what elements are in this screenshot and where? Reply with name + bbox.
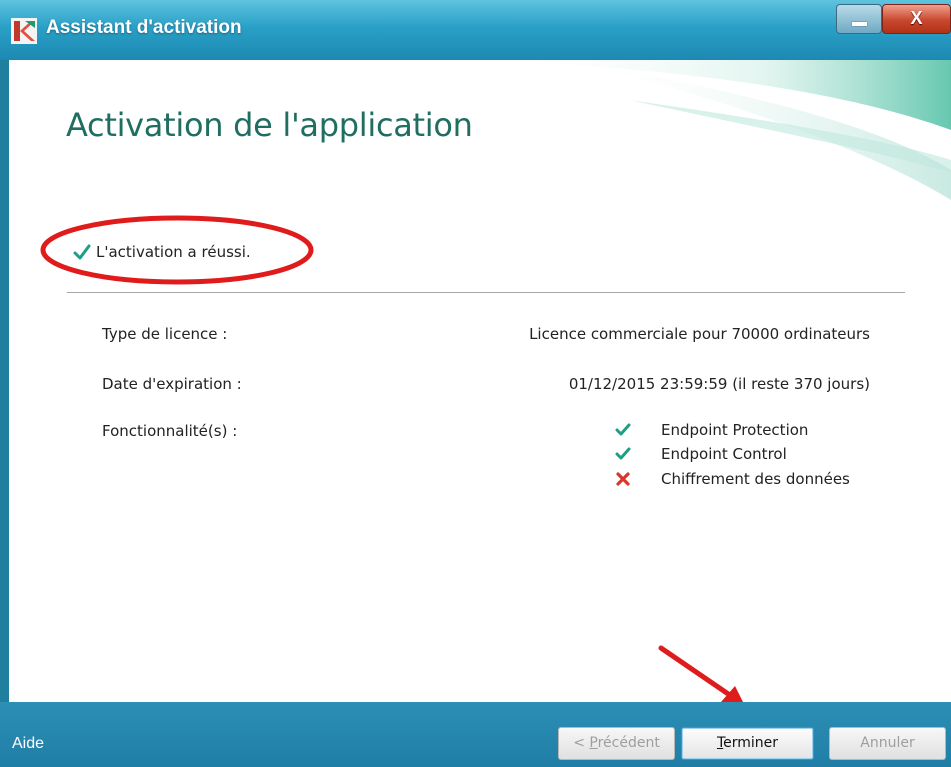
license-type-value: Licence commerciale pour 70000 ordinateu… — [529, 325, 870, 343]
finish-button[interactable]: Terminer — [681, 727, 814, 760]
previous-button-accelerator: P — [589, 735, 598, 751]
window-title: Assistant d'activation — [46, 17, 242, 38]
feature-name: Chiffrement des données — [661, 470, 850, 488]
check-icon — [615, 423, 631, 436]
minimize-icon — [852, 22, 867, 26]
title-bar[interactable]: Assistant d'activation X — [0, 0, 951, 60]
feature-name: Endpoint Control — [661, 445, 787, 463]
feature-item: Endpoint Control — [615, 443, 787, 465]
success-message: L'activation a réussi. — [96, 243, 251, 261]
help-link[interactable]: Aide — [12, 735, 44, 753]
previous-button[interactable]: < Précédent — [558, 727, 675, 760]
wizard-content: Activation de l'application L'activation… — [9, 60, 951, 702]
expiration-date-value: 01/12/2015 23:59:59 (il reste 370 jours) — [568, 375, 870, 393]
close-button[interactable]: X — [882, 4, 951, 34]
feature-item: Endpoint Protection — [615, 419, 808, 441]
divider — [67, 292, 905, 293]
minimize-button[interactable] — [836, 4, 882, 34]
expiration-date-label: Date d'expiration : — [102, 375, 242, 393]
cancel-button[interactable]: Annuler — [829, 727, 946, 760]
wizard-footer: Aide < Précédent Terminer Annuler — [0, 702, 951, 767]
check-icon — [615, 447, 631, 460]
page-title: Activation de l'application — [66, 106, 473, 144]
success-check-icon — [73, 244, 91, 260]
cross-icon — [616, 472, 630, 486]
kaspersky-logo-icon — [11, 18, 37, 44]
features-label: Fonctionnalité(s) : — [102, 422, 238, 440]
feature-item: Chiffrement des données — [615, 468, 850, 490]
activation-wizard-window: Assistant d'activation X Activation de l… — [0, 0, 951, 767]
activation-status: L'activation a réussi. — [73, 240, 251, 264]
license-type-label: Type de licence : — [102, 325, 228, 343]
finish-button-label: erminer — [723, 735, 779, 751]
previous-button-prefix: < — [573, 735, 590, 751]
annotation-arrow — [658, 645, 743, 702]
previous-button-label: récédent — [597, 735, 660, 751]
feature-name: Endpoint Protection — [661, 421, 809, 439]
